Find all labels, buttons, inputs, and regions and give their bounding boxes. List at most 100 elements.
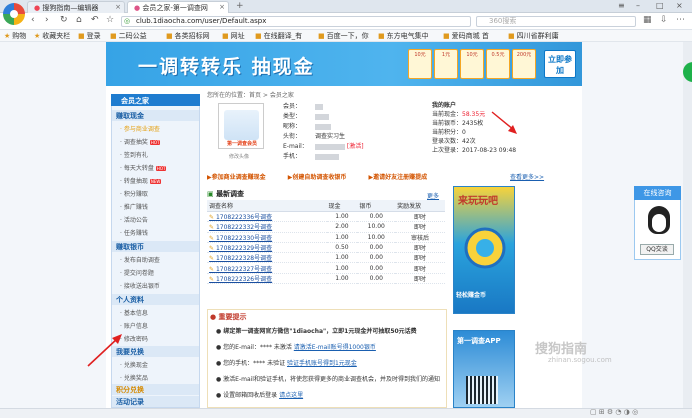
sidebar-item-points[interactable]: · 积分赚取 (120, 189, 148, 199)
sidebar-item-business-survey[interactable]: · 参与商业调查 (120, 124, 160, 134)
close-icon[interactable]: × (115, 3, 121, 11)
sidebar-header: 会员之家 (111, 94, 200, 106)
sidebar-item-promote[interactable]: · 推广赚钱 (120, 202, 148, 212)
table-row[interactable]: ✎ 1708222332号调查 2.00 10.00 即时 (207, 221, 445, 233)
tip-line: ● 设置邮箱回收后登录 请点这里 (216, 392, 304, 399)
sidebar-item-notice[interactable]: · 活动公告 (120, 215, 148, 225)
survey-cell-name[interactable]: ✎ 1708222328号调查 (207, 252, 327, 264)
back-icon[interactable]: ‹ (31, 15, 35, 25)
online-support-title: 在线咨询 (634, 186, 681, 200)
invite-friends-link[interactable]: ▶邀请好友注册赚提成 (368, 174, 437, 181)
tip-line: ● 您的手机：**** 未验证 验证手机账号得到1元现金 (216, 360, 357, 367)
sidebar-item-checkin[interactable]: · 签到有礼 (120, 150, 148, 160)
home-icon[interactable]: ⌂ (76, 15, 82, 25)
hot-badge: HOT (149, 140, 161, 145)
bookmark-item[interactable]: ★ 购物 (4, 31, 26, 41)
bookmark-item[interactable]: ■ 四川省群利庸 (508, 31, 559, 41)
sidebar-item-tasks[interactable]: · 任务赚钱 (120, 228, 148, 238)
bookmark-item[interactable]: ■ 二码公益 (110, 31, 147, 41)
tab-member-home[interactable]: ● 会员之家-第一调查网 × (127, 1, 229, 13)
table-row[interactable]: ✎ 1708222336号调查 1.00 0.00 即时 (207, 211, 445, 223)
table-row[interactable]: ✎ 1708222328号调查 1.00 0.00 即时 (207, 252, 445, 264)
activate-email-link[interactable]: 请激活E-mail账号得1000银币 (294, 344, 376, 351)
sidebar-section-records[interactable]: 活动记录 (112, 396, 199, 407)
survey-cell-name[interactable]: ✎ 1708222332号调查 (207, 221, 327, 233)
settings-icon[interactable]: ⋯ (676, 15, 685, 25)
survey-cell-coins: 0.00 (357, 262, 396, 274)
join-button[interactable]: 立即参加 (544, 50, 576, 78)
star-icon[interactable]: ☆ (106, 15, 114, 25)
maximize-icon[interactable]: □ (656, 1, 664, 10)
survey-cell-name[interactable]: ✎ 1708222326号调查 (207, 273, 327, 285)
survey-cell-name[interactable]: ✎ 1708222330号调查 (207, 232, 327, 243)
verify-phone-link[interactable]: 验证手机账号得到1元现金 (287, 360, 357, 367)
sidebar-item-self-survey[interactable]: · 发布自助调查 (120, 255, 160, 265)
tab-sogou-guide[interactable]: ● 搜狗指南—编辑器 × (27, 1, 125, 13)
game-ad-graphic-icon (464, 227, 506, 269)
verify-link[interactable]: [激活] (347, 143, 364, 150)
survey-cell-name[interactable]: ✎ 1708222336号调查 (207, 211, 327, 223)
sidebar-item-submit-question[interactable]: · 提交问卷题 (120, 268, 154, 278)
join-survey-link[interactable]: ▶参加商业调查赚现金 (207, 174, 276, 181)
account-detail-link[interactable]: 查看更多>> (510, 172, 544, 181)
table-row[interactable]: ✎ 1708222330号调查 1.00 10.00 审核后 (207, 232, 445, 243)
tab-title: 搜狗指南—编辑器 (42, 4, 99, 12)
sidebar-section-cash[interactable]: 赚取现金 (112, 110, 199, 121)
bookmark-item[interactable]: ★ 收藏夹栏 (34, 31, 70, 41)
click-here-link[interactable]: 请点这里 (279, 392, 303, 399)
menu-icon[interactable]: ≡ (618, 1, 625, 10)
edit-avatar-link[interactable]: 修改头像 (229, 153, 249, 160)
survey-cell-coins: 0.00 (357, 273, 396, 285)
bookmark-item[interactable]: ■ 爱码商城 首 (443, 31, 489, 41)
close-icon[interactable]: × (219, 3, 225, 11)
action-links: ▶参加商业调查赚现金 ▶创建自助调查收银币 ▶邀请好友注册赚提成 (207, 172, 447, 181)
sidebar-item-wheel-cash[interactable]: · 转盘抽现 NEW (120, 176, 162, 186)
survey-more-link[interactable]: 更多 (427, 191, 439, 200)
sidebar-item-send-coins[interactable]: · 接收送出银币 (120, 281, 160, 291)
address-input[interactable]: club.1diaocha.com/user/Default.aspx (121, 16, 471, 27)
col-reward: 奖励发放 (395, 200, 445, 212)
bookmark-item[interactable]: ■ 在线翻译_有 (255, 31, 302, 41)
table-row[interactable]: ✎ 1708222327号调查 1.00 0.00 即时 (207, 262, 445, 274)
sidebar-section-profile[interactable]: 个人资料 (112, 294, 199, 305)
survey-cell-cash: 2.00 (326, 221, 358, 233)
minimize-icon[interactable]: – (636, 1, 640, 10)
col-coins: 银币 (357, 200, 396, 212)
close-window-icon[interactable]: × (676, 1, 683, 10)
bookmark-item[interactable]: ■ 百度一下，你 (318, 31, 369, 41)
sidebar-item-exchange-prize[interactable]: · 兑换奖品 (120, 373, 148, 383)
status-icons[interactable]: ▢ ⊞ ⚙ ◔ ◑ ◎ (590, 408, 638, 416)
survey-cell-name[interactable]: ✎ 1708222327号调查 (207, 262, 327, 274)
undo-icon[interactable]: ↶ (91, 15, 99, 25)
sidebar-item-survey-lottery[interactable]: · 调查抽奖 HOT (120, 137, 161, 147)
download-icon[interactable]: ⇩ (660, 15, 668, 25)
extension-icon[interactable]: ▦ (643, 15, 652, 25)
table-row[interactable]: ✎ 1708222329号调查 0.50 0.00 即时 (207, 242, 445, 254)
search-input[interactable]: 360搜索 (476, 16, 636, 27)
sidebar-section-points-exchange[interactable]: 积分兑换 (112, 384, 199, 395)
new-tab-icon[interactable]: + (236, 1, 244, 11)
blurred-value (315, 113, 329, 120)
table-row[interactable]: ✎ 1708222326号调查 1.00 0.00 即时 (207, 273, 445, 285)
bookmark-item[interactable]: ■ 各类招标网 (166, 31, 210, 41)
forward-icon[interactable]: › (45, 15, 49, 25)
sidebar-section-coins[interactable]: 赚取银币 (112, 241, 199, 252)
annotation-arrow-icon (87, 334, 122, 367)
bookmark-item[interactable]: ■ 东方电气集中 (378, 31, 429, 41)
sidebar-item-wheel[interactable]: · 每天大转盘 HOT (120, 163, 167, 173)
browser-logo-icon[interactable] (3, 3, 25, 25)
survey-cell-name[interactable]: ✎ 1708222329号调查 (207, 242, 327, 254)
survey-cell-reward: 审核后 (395, 232, 445, 243)
status-bar (0, 408, 692, 418)
prize-badge: 10元 (460, 49, 484, 79)
qq-chat-button[interactable]: QQ交谈 (640, 244, 674, 255)
scrollbar[interactable] (683, 42, 692, 408)
hot-badge: HOT (155, 166, 167, 171)
avatar[interactable]: 第一调查会员 (218, 103, 264, 149)
sidebar-item-basic-info[interactable]: · 基本信息 (120, 308, 148, 318)
prize-badge: 10元 (408, 49, 432, 79)
create-survey-link[interactable]: ▶创建自助调查收银币 (288, 174, 357, 181)
refresh-icon[interactable]: ↻ (60, 15, 68, 25)
bookmark-item[interactable]: ■ 登录 (78, 31, 101, 41)
bookmark-item[interactable]: ■ 网址 (222, 31, 245, 41)
